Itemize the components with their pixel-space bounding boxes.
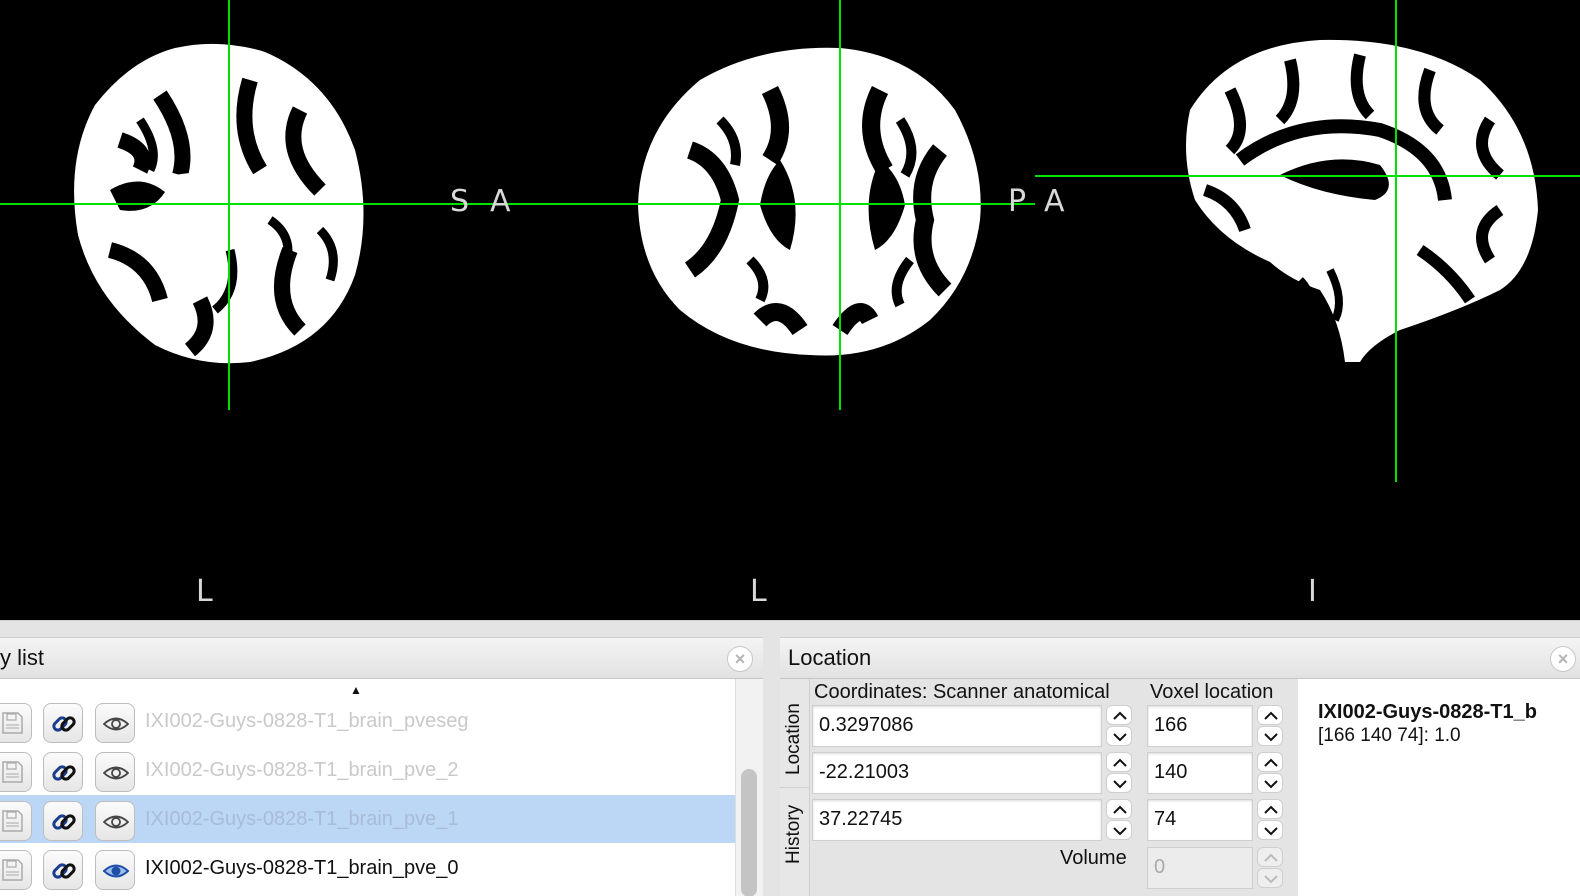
coord-z-stepper[interactable]: [1106, 799, 1132, 841]
overlay-list-title-bar: y list ×: [0, 637, 763, 679]
link-layer-button[interactable]: [43, 752, 83, 792]
save-layer-button[interactable]: [0, 801, 32, 841]
floppy-disk-icon: [2, 859, 23, 881]
overlay-list-title: y list: [0, 645, 44, 670]
scrollbar-thumb[interactable]: [741, 769, 757, 896]
chevron-down-icon: [1264, 827, 1278, 836]
tab-location[interactable]: Location: [780, 679, 810, 775]
chain-link-icon: [52, 765, 76, 781]
voxel-z-stepper[interactable]: [1257, 799, 1283, 841]
chevron-up-icon: [1113, 758, 1127, 767]
location-side-tabs: Location History: [780, 679, 810, 896]
chevron-down-icon: [1264, 875, 1278, 884]
chevron-down-icon: [1113, 780, 1127, 789]
coord-x-field[interactable]: 0.3297086: [812, 705, 1102, 747]
ortho-viewer[interactable]: S A P A L L I: [0, 0, 1580, 620]
layer-row-selected[interactable]: IXI002-Guys-0828-T1_brain_pve_1: [0, 795, 735, 843]
chevron-up-icon: [1264, 758, 1278, 767]
coordinates-label: Coordinates: Scanner anatomical: [814, 681, 1110, 703]
chevron-up-icon: [1264, 853, 1278, 862]
scroll-up-arrow-icon[interactable]: ▲: [350, 683, 362, 697]
axial-bottom-label: L: [750, 574, 768, 609]
eye-icon: [103, 815, 129, 829]
tab-history[interactable]: History: [780, 787, 810, 871]
sagittal-left-label: A: [1044, 184, 1066, 219]
floppy-disk-icon: [2, 712, 23, 734]
location-close-button[interactable]: ×: [1550, 646, 1576, 672]
chevron-up-icon: [1113, 805, 1127, 814]
layer-row[interactable]: IXI002-Guys-0828-T1_brain_pveseg: [0, 697, 735, 745]
sagittal-slice: [1186, 39, 1538, 363]
axial-right-label: P: [1008, 184, 1028, 219]
save-layer-button[interactable]: [0, 850, 32, 890]
layer-name: IXI002-Guys-0828-T1_brain_pve_1: [145, 808, 459, 830]
voxel-y-stepper[interactable]: [1257, 752, 1283, 794]
eye-icon-active: [103, 864, 129, 878]
link-layer-button[interactable]: [43, 801, 83, 841]
overlay-list-panel: y list × ▲ IXI002-Guys-0828-T1_brain_pve…: [0, 621, 763, 896]
bottom-panels: y list × ▲ IXI002-Guys-0828-T1_brain_pve…: [0, 620, 1580, 896]
info-layer-name: IXI002-Guys-0828-T1_b: [1318, 701, 1537, 723]
chain-link-icon: [52, 716, 76, 732]
visibility-toggle-button[interactable]: [95, 801, 135, 841]
location-panel: Location × Location History Coordinates:…: [780, 621, 1580, 896]
axial-slice: [638, 47, 981, 356]
coronal-bottom-label: L: [196, 574, 214, 609]
visibility-toggle-button[interactable]: [95, 703, 135, 743]
link-layer-button[interactable]: [43, 703, 83, 743]
chevron-down-icon: [1113, 827, 1127, 836]
save-layer-button[interactable]: [0, 752, 32, 792]
save-layer-button[interactable]: [0, 703, 32, 743]
info-voxel-value: [166 140 74]: 1.0: [1318, 725, 1461, 746]
visibility-toggle-button[interactable]: [95, 752, 135, 792]
overlay-list-scrollbar[interactable]: [735, 679, 763, 896]
overlay-list: ▲ IXI002-Guys-0828-T1_brain_pveseg IXI00…: [0, 679, 735, 896]
chevron-up-icon: [1264, 805, 1278, 814]
tab-history-label: History: [783, 804, 804, 864]
location-info-area: IXI002-Guys-0828-T1_b [166 140 74]: 1.0: [1298, 679, 1580, 896]
volume-stepper: [1257, 847, 1283, 889]
voxel-location-label: Voxel location: [1150, 681, 1274, 703]
chain-link-icon: [52, 863, 76, 879]
coord-z-field[interactable]: 37.22745: [812, 799, 1102, 841]
chevron-up-icon: [1113, 711, 1127, 720]
voxel-y-field[interactable]: 140: [1147, 752, 1253, 794]
layer-name: IXI002-Guys-0828-T1_brain_pve_2: [145, 759, 459, 781]
coord-x-stepper[interactable]: [1106, 705, 1132, 747]
eye-icon: [103, 717, 129, 731]
viewer-canvas[interactable]: [0, 0, 1580, 620]
voxel-z-field[interactable]: 74: [1147, 799, 1253, 841]
voxel-x-field[interactable]: 166: [1147, 705, 1253, 747]
axial-left-label: A: [490, 184, 512, 219]
link-layer-button[interactable]: [43, 850, 83, 890]
floppy-disk-icon: [2, 761, 23, 783]
floppy-disk-icon: [2, 810, 23, 832]
visibility-toggle-button[interactable]: [95, 850, 135, 890]
eye-icon: [103, 766, 129, 780]
location-title: Location: [788, 645, 872, 670]
layer-name: IXI002-Guys-0828-T1_brain_pve_0: [145, 857, 459, 879]
chain-link-icon: [52, 814, 76, 830]
coord-y-stepper[interactable]: [1106, 752, 1132, 794]
chevron-down-icon: [1113, 733, 1127, 742]
layer-row[interactable]: IXI002-Guys-0828-T1_brain_pve_0: [0, 844, 735, 892]
sagittal-bottom-label: I: [1308, 574, 1318, 609]
tab-location-label: Location: [783, 703, 804, 775]
chevron-down-icon: [1264, 780, 1278, 789]
layer-row[interactable]: IXI002-Guys-0828-T1_brain_pve_2: [0, 746, 735, 794]
voxel-x-stepper[interactable]: [1257, 705, 1283, 747]
volume-field: 0: [1147, 847, 1253, 889]
location-title-bar: Location ×: [780, 637, 1580, 679]
volume-label: Volume: [1060, 847, 1127, 869]
overlay-list-close-button[interactable]: ×: [727, 646, 753, 672]
coronal-right-label: S: [450, 184, 471, 219]
chevron-up-icon: [1264, 711, 1278, 720]
coord-y-field[interactable]: -22.21003: [812, 752, 1102, 794]
layer-name: IXI002-Guys-0828-T1_brain_pveseg: [145, 710, 469, 732]
chevron-down-icon: [1264, 733, 1278, 742]
